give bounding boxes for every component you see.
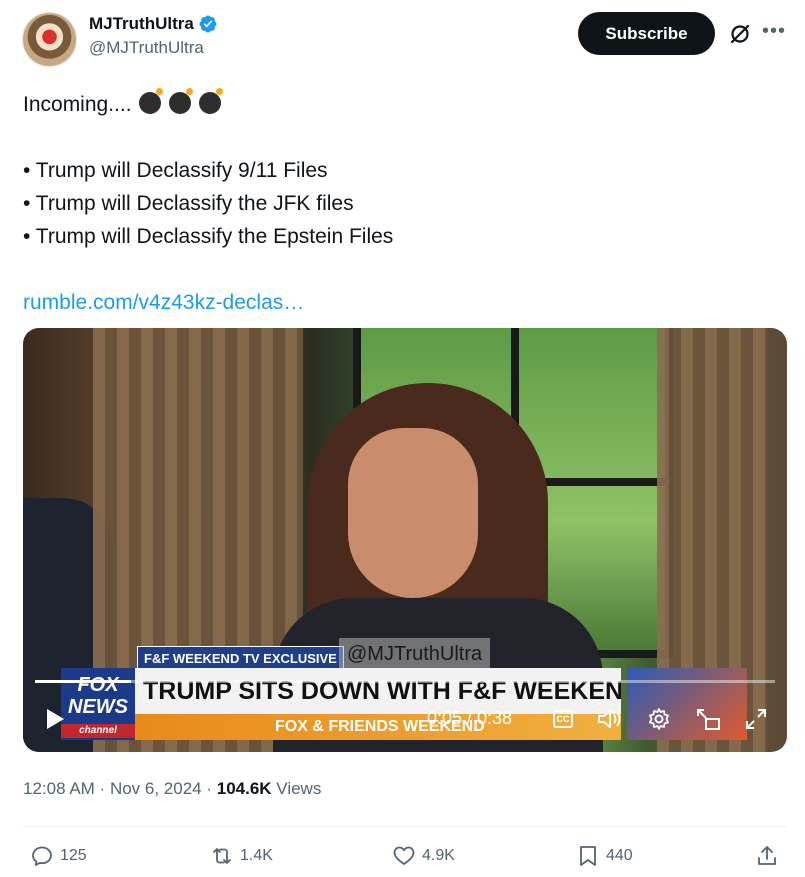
tweet-meta: 12:08 AM · Nov 6, 2024 · 104.6K Views (23, 779, 321, 799)
tweet-header: MJTruthUltra @MJTruthUltra Subscribe ••• (22, 12, 788, 68)
video-person (348, 428, 478, 598)
like-count: 4.9K (422, 847, 455, 864)
tweet-intro-line: Incoming.... (23, 88, 783, 121)
meta-separator: · (201, 779, 217, 798)
repost-icon (213, 848, 231, 864)
heart-icon (393, 846, 415, 865)
repost-count: 1.4K (240, 847, 273, 864)
tweet-time[interactable]: 12:08 AM (23, 779, 95, 798)
tweet-body: Incoming.... • Trump will Declassify 9/1… (23, 88, 783, 319)
more-icon[interactable]: ••• (762, 20, 786, 43)
reply-button[interactable]: 125 (30, 844, 87, 868)
verified-badge-icon (199, 15, 217, 33)
share-button[interactable] (755, 844, 779, 868)
display-name-row[interactable]: MJTruthUltra (89, 14, 218, 34)
video-player[interactable]: F&F WEEKEND TV EXCLUSIVE @MJTruthUltra F… (23, 328, 787, 752)
tweet-intro: Incoming.... (23, 93, 132, 116)
author-block: MJTruthUltra @MJTruthUltra (89, 14, 218, 58)
repost-button[interactable]: 1.4K (210, 844, 273, 868)
avatar[interactable] (22, 12, 77, 67)
gear-icon[interactable] (647, 707, 671, 731)
video-time: 0:05 / 0:38 (427, 708, 513, 728)
reply-icon (32, 846, 52, 866)
play-icon[interactable] (45, 708, 65, 730)
volume-icon[interactable] (597, 708, 623, 730)
fullscreen-icon[interactable] (745, 708, 767, 730)
bookmark-button[interactable]: 440 (576, 844, 633, 868)
display-name[interactable]: MJTruthUltra (89, 14, 194, 34)
reply-count: 125 (60, 847, 87, 864)
meta-separator: · (94, 779, 110, 798)
bookmark-count: 440 (606, 847, 633, 864)
share-icon (758, 846, 776, 865)
bomb-icon (199, 88, 224, 114)
progress-bar[interactable] (35, 680, 775, 683)
views-label: Views (276, 779, 322, 798)
action-bar: 125 1.4K 4.9K 440 (0, 838, 805, 877)
picture-in-picture-icon[interactable] (695, 707, 721, 731)
bullet-item: • Trump will Declassify the JFK files (23, 192, 354, 215)
video-controls: 0:05 / 0:38 CC (23, 700, 787, 740)
bullet-item: • Trump will Declassify 9/11 Files (23, 159, 328, 182)
captions-icon[interactable]: CC (553, 710, 573, 728)
tweet-link[interactable]: rumble.com/v4z43kz-declas… (23, 291, 304, 314)
like-button[interactable]: 4.9K (392, 844, 455, 868)
bomb-icon (139, 88, 164, 114)
tweet-date[interactable]: Nov 6, 2024 (110, 779, 202, 798)
watermark: @MJTruthUltra (339, 638, 491, 670)
bomb-icon (169, 88, 194, 114)
handle[interactable]: @MJTruthUltra (89, 38, 218, 58)
views-count: 104.6K (216, 779, 272, 798)
progress-fill (35, 680, 132, 683)
divider (23, 826, 787, 827)
bullet-item: • Trump will Declassify the Epstein File… (23, 225, 394, 248)
subscribe-button[interactable]: Subscribe (578, 12, 715, 55)
exclusive-tag: F&F WEEKEND TV EXCLUSIVE (137, 646, 344, 670)
bookmark-icon (580, 846, 596, 866)
grok-icon[interactable] (728, 22, 752, 46)
